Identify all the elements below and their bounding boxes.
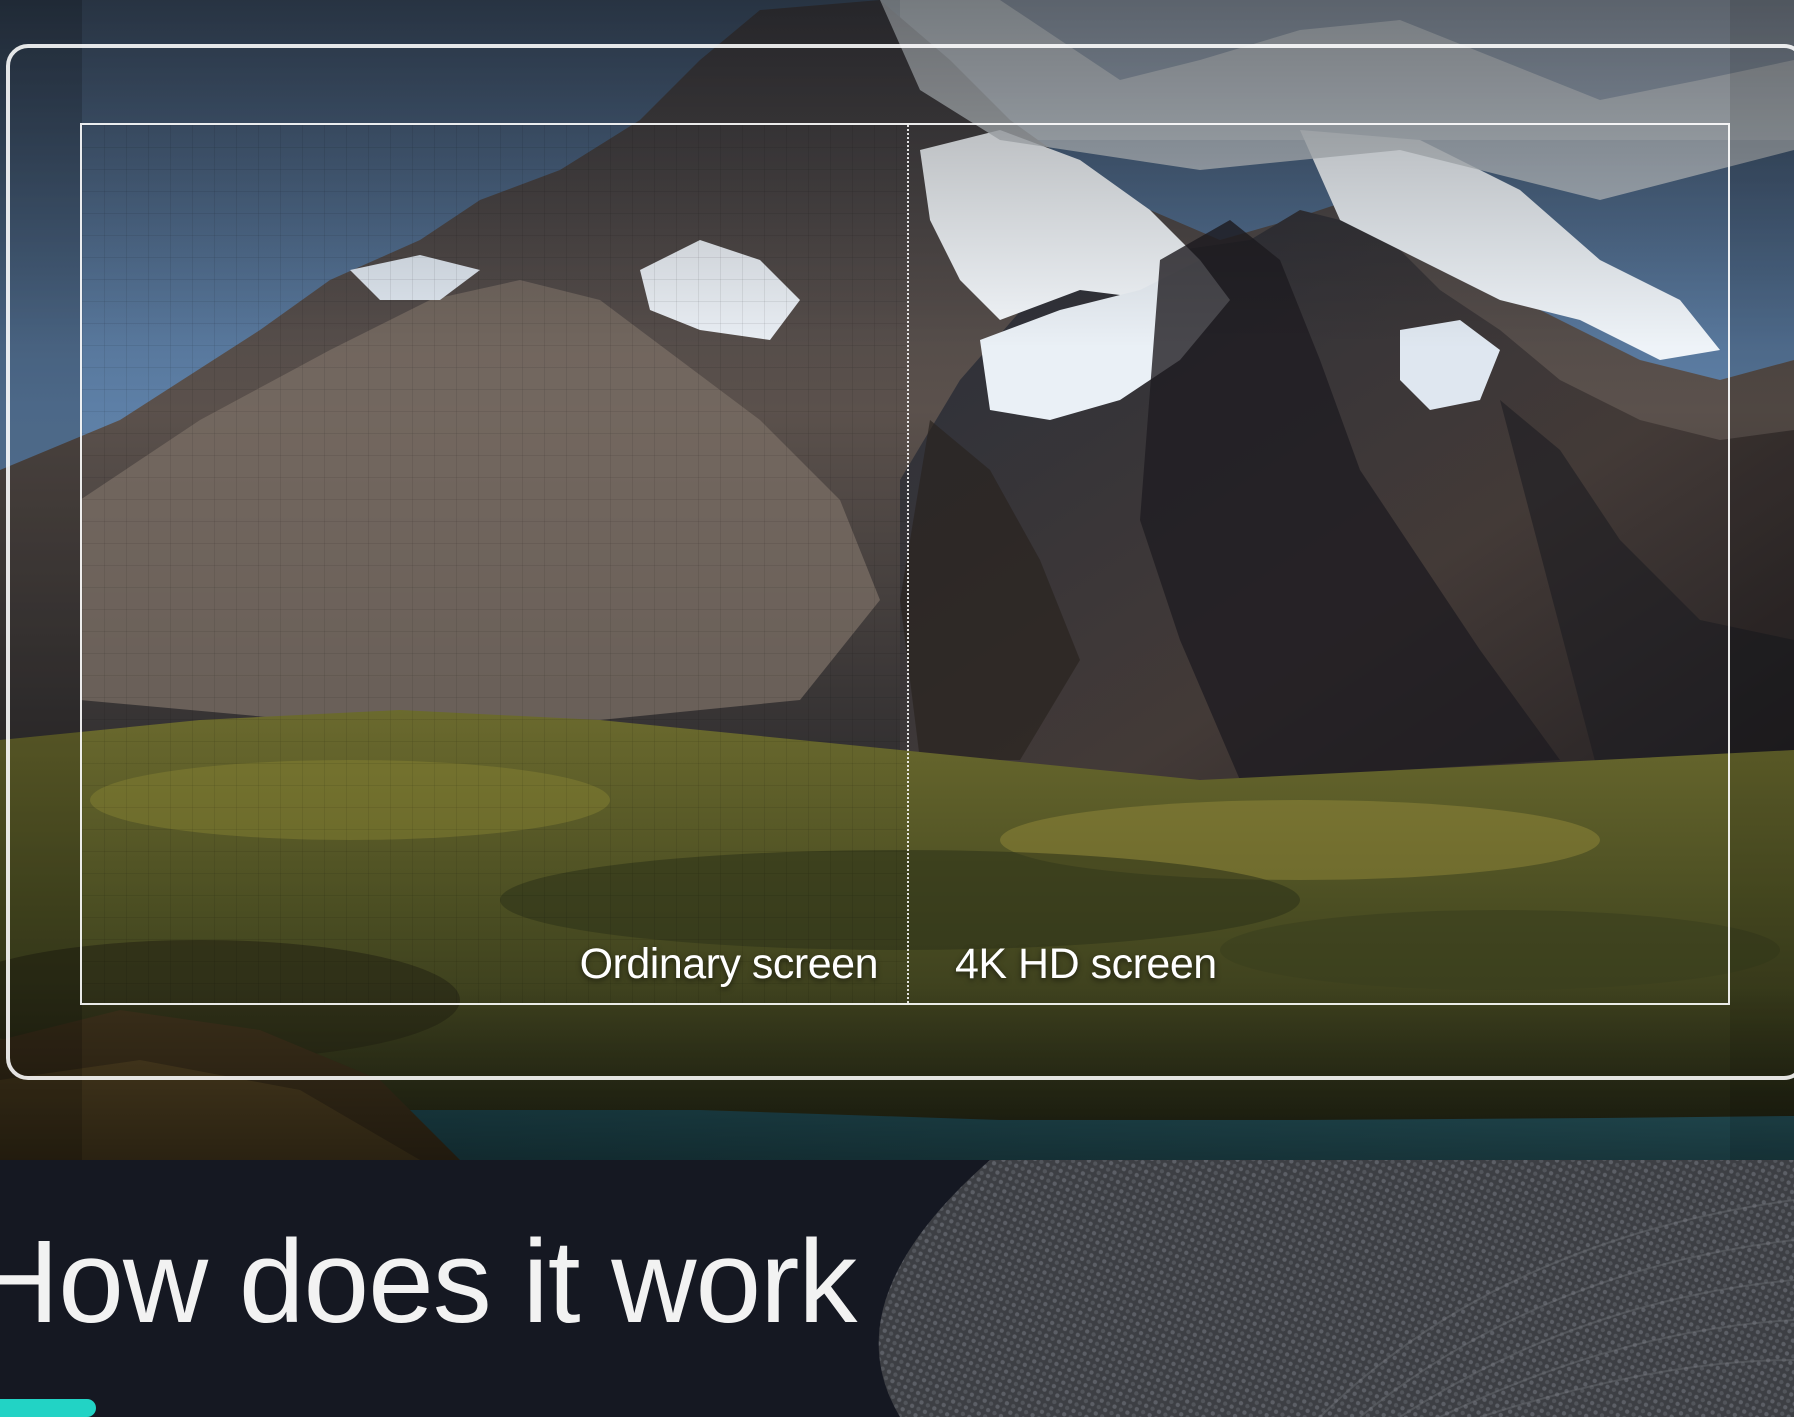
4k-hd-screen-label: 4K HD screen bbox=[955, 940, 1217, 988]
comparison-screen-box bbox=[80, 123, 1730, 1005]
accent-bar bbox=[0, 1399, 96, 1417]
comparison-divider bbox=[907, 125, 909, 1003]
page: Ordinary screen 4K HD screen How does it… bbox=[0, 0, 1794, 1417]
ordinary-screen-label: Ordinary screen bbox=[579, 940, 879, 988]
section-title: How does it work bbox=[0, 1216, 857, 1348]
